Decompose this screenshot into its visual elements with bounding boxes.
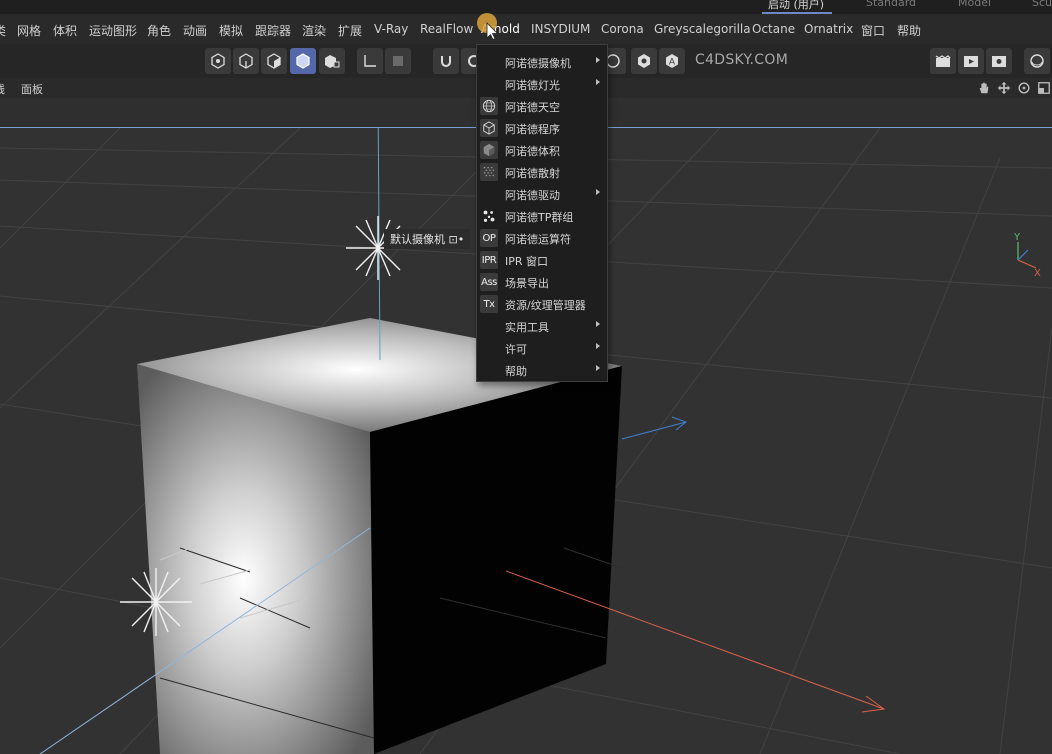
menu-spline[interactable]: 类 — [0, 22, 6, 39]
menu-octane[interactable]: Octane — [752, 22, 795, 36]
menu-item-scene-export[interactable]: Ass 场景导出 — [477, 271, 607, 293]
tx-manager-icon: Tx — [480, 295, 498, 313]
submenu-arrow-icon — [596, 343, 600, 349]
menu-item-arnold-light[interactable]: 阿诺德灯光 — [477, 73, 607, 95]
layout-tab-bar: 启动 (用户) Standard Model Scu — [0, 0, 1052, 14]
menu-vray[interactable]: V-Ray — [374, 22, 408, 36]
layout-tab-standard[interactable]: Standard — [866, 0, 916, 9]
submenu-arrow-icon — [596, 365, 600, 371]
menu-item-arnold-procedural[interactable]: 阿诺德程序 — [477, 117, 607, 139]
menu-corona[interactable]: Corona — [601, 22, 644, 36]
axis-x-label: X — [1034, 268, 1041, 278]
viewport-menu-panel[interactable]: 面板 — [21, 81, 43, 97]
axis-icon[interactable] — [357, 48, 383, 74]
menu-character[interactable]: 角色 — [147, 22, 171, 39]
render-picture-viewer-icon[interactable] — [958, 48, 984, 74]
render-icon[interactable] — [930, 48, 956, 74]
menu-item-arnold-operator[interactable]: OP 阿诺德运算符 — [477, 227, 607, 249]
points-mode-icon[interactable] — [205, 48, 231, 74]
arnold-dropdown-menu: 阿诺德摄像机 阿诺德灯光 阿诺德天空 阿诺德程序 阿诺德体积 阿诺德散射 阿诺德… — [476, 44, 608, 382]
menu-animation[interactable]: 动画 — [183, 22, 207, 39]
submenu-arrow-icon — [596, 321, 600, 327]
solo-icon[interactable] — [385, 48, 411, 74]
procedural-cube-icon — [480, 119, 498, 137]
menu-bar: 类 网格 体积 运动图形 角色 动画 模拟 跟踪器 渲染 扩展 V-Ray Re… — [0, 14, 1052, 44]
submenu-arrow-icon — [596, 189, 600, 195]
menu-item-arnold-driver[interactable]: 阿诺德驱动 — [477, 183, 607, 205]
render-view-icon[interactable]: A — [659, 48, 685, 74]
search-sphere-icon[interactable] — [1024, 48, 1050, 74]
maximize-icon[interactable] — [1036, 80, 1052, 96]
layout-tab-startup[interactable]: 启动 (用户) — [768, 0, 824, 12]
snap-magnet-icon[interactable] — [433, 48, 459, 74]
menu-mograph[interactable]: 运动图形 — [89, 22, 137, 39]
menu-item-license[interactable]: 许可 — [477, 337, 607, 359]
submenu-arrow-icon — [596, 57, 600, 63]
menu-render[interactable]: 渲染 — [302, 22, 326, 39]
layout-tab-sculpt[interactable]: Scu — [1032, 0, 1052, 9]
move-cross-icon[interactable] — [996, 80, 1012, 96]
menu-tracker[interactable]: 跟踪器 — [255, 22, 291, 39]
submenu-arrow-icon — [596, 79, 600, 85]
brand-watermark: C4DSKY.COM — [695, 52, 789, 68]
volume-cube-icon — [480, 141, 498, 159]
menu-volume[interactable]: 体积 — [53, 22, 77, 39]
render-settings-icon[interactable] — [986, 48, 1012, 74]
menu-mesh[interactable]: 网格 — [17, 22, 41, 39]
operator-op-icon: OP — [480, 229, 498, 247]
svg-text:A: A — [669, 58, 676, 68]
mouse-cursor-icon — [476, 12, 504, 41]
menu-simulate[interactable]: 模拟 — [219, 22, 243, 39]
menu-window[interactable]: 窗口 — [861, 22, 885, 39]
viewport-menu-view[interactable]: 线 — [0, 81, 5, 97]
menu-item-asset-texture-manager[interactable]: Tx 资源/纹理管理器 — [477, 293, 607, 315]
layout-tab-model[interactable]: Model — [958, 0, 991, 9]
menu-item-arnold-volume[interactable]: 阿诺德体积 — [477, 139, 607, 161]
tp-group-icon — [480, 207, 498, 225]
menu-item-arnold-tp-group[interactable]: 阿诺德TP群组 — [477, 205, 607, 227]
menu-item-arnold-scatter[interactable]: 阿诺德散射 — [477, 161, 607, 183]
camera-label[interactable]: 默认摄像机 ⊡• — [384, 229, 471, 249]
menu-insydium[interactable]: INSYDIUM — [531, 22, 590, 36]
menu-item-arnold-camera[interactable]: 阿诺德摄像机 — [477, 51, 607, 73]
menu-item-ipr-window[interactable]: IPR IPR 窗口 — [477, 249, 607, 271]
scatter-dots-icon — [480, 163, 498, 181]
menu-extensions[interactable]: 扩展 — [338, 22, 362, 39]
menu-item-help[interactable]: 帮助 — [477, 359, 607, 381]
menu-item-utilities[interactable]: 实用工具 — [477, 315, 607, 337]
rotate-icon[interactable] — [1016, 80, 1032, 96]
polygons-mode-icon[interactable] — [261, 48, 287, 74]
world-axis-widget: Y X — [1008, 232, 1052, 279]
menu-ornatrix[interactable]: Ornatrix — [804, 22, 853, 36]
ass-export-icon: Ass — [480, 273, 498, 291]
menu-greyscalegorilla[interactable]: Greyscalegorilla — [654, 22, 751, 36]
uvw-mode-icon[interactable] — [319, 48, 345, 74]
axis-y-label: Y — [1013, 232, 1021, 243]
menu-realflow[interactable]: RealFlow — [420, 22, 473, 36]
ipr-icon: IPR — [480, 251, 498, 269]
hand-pan-icon[interactable] — [976, 80, 992, 96]
menu-item-arnold-sky[interactable]: 阿诺德天空 — [477, 95, 607, 117]
menu-help[interactable]: 帮助 — [897, 22, 921, 39]
sky-sphere-icon — [480, 97, 498, 115]
model-mode-icon[interactable] — [290, 48, 316, 74]
arnold-render-icon[interactable] — [631, 48, 657, 74]
edges-mode-icon[interactable] — [233, 48, 259, 74]
